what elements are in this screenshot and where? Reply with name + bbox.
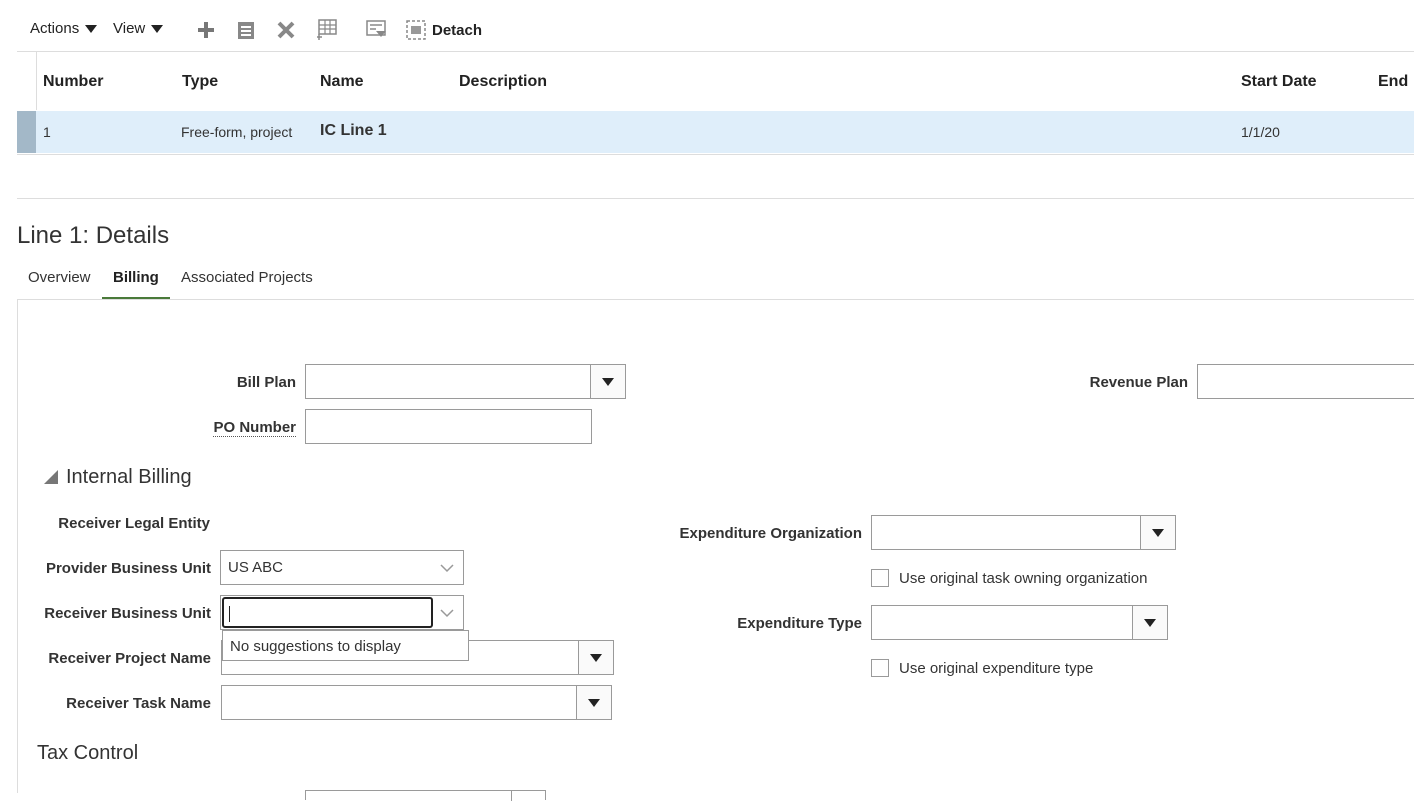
use-task-org-label: Use original task owning organization: [899, 570, 1148, 587]
revenue-plan-label: Revenue Plan: [1089, 374, 1188, 391]
query-by-example-icon[interactable]: [366, 20, 388, 40]
suggestions-popup: No suggestions to display: [222, 630, 469, 661]
table-gutter-divider: [36, 52, 37, 110]
receiver-project-label: Receiver Project Name: [48, 650, 211, 667]
actions-label: Actions: [30, 20, 80, 37]
table-row-divider: [17, 154, 1414, 155]
tax-control-title: Tax Control: [37, 742, 139, 764]
plus-icon[interactable]: [196, 20, 216, 40]
panel-left-border: [17, 300, 18, 793]
expenditure-type-select[interactable]: [871, 605, 1168, 640]
bill-plan-select[interactable]: [305, 364, 626, 399]
column-header-description[interactable]: Description: [459, 73, 547, 91]
expenditure-type-label: Expenditure Type: [737, 615, 862, 632]
column-header-type[interactable]: Type: [182, 73, 218, 91]
chevron-down-icon[interactable]: [440, 608, 454, 618]
receiver-bu-label: Receiver Business Unit: [44, 605, 211, 622]
tab-associated-projects[interactable]: Associated Projects: [181, 269, 313, 286]
detach-label: Detach: [432, 21, 483, 39]
bill-plan-label: Bill Plan: [236, 374, 296, 391]
use-task-org-checkbox[interactable]: [871, 569, 889, 587]
provider-bu-value: US ABC: [228, 559, 284, 576]
tab-overview[interactable]: Overview: [28, 269, 91, 286]
view-menu[interactable]: View: [113, 20, 164, 37]
chevron-down-icon[interactable]: [1132, 606, 1167, 639]
chevron-down-icon[interactable]: [578, 641, 613, 674]
cell-number: 1: [43, 124, 51, 140]
po-number-input[interactable]: [305, 409, 592, 444]
tab-billing[interactable]: Billing: [102, 262, 170, 300]
chevron-down-icon: [151, 24, 164, 33]
chevron-down-icon[interactable]: [440, 563, 454, 573]
chevron-down-icon[interactable]: [1140, 516, 1175, 549]
revenue-plan-select[interactable]: [1197, 364, 1414, 399]
chevron-down-icon[interactable]: [576, 686, 611, 719]
column-header-end[interactable]: End: [1378, 73, 1408, 91]
column-header-start-date[interactable]: Start Date: [1241, 73, 1317, 91]
actions-menu[interactable]: Actions: [30, 20, 98, 37]
text-cursor: [229, 606, 230, 622]
expenditure-org-label: Expenditure Organization: [679, 525, 862, 542]
tab-billing-label: Billing: [113, 269, 159, 286]
freeze-icon[interactable]: [316, 19, 338, 41]
row-selection-marker: [17, 111, 36, 153]
tax-control-field[interactable]: [305, 790, 546, 801]
expenditure-org-select[interactable]: [871, 515, 1176, 550]
collapse-triangle-icon[interactable]: [44, 470, 58, 484]
cell-type: Free-form, project: [181, 124, 293, 140]
provider-bu-combobox[interactable]: US ABC: [220, 550, 464, 585]
column-header-number[interactable]: Number: [43, 73, 103, 91]
edit-icon[interactable]: [236, 20, 256, 40]
provider-bu-label: Provider Business Unit: [45, 560, 211, 577]
table-top-divider: [17, 51, 1414, 52]
panel-top-border: [17, 299, 1414, 300]
internal-billing-title[interactable]: Internal Billing: [66, 466, 192, 489]
view-label: View: [113, 20, 146, 37]
detach-icon: [406, 20, 426, 40]
cell-name[interactable]: IC Line 1: [320, 122, 387, 140]
receiver-legal-entity-label: Receiver Legal Entity: [58, 515, 210, 532]
receiver-bu-input[interactable]: [222, 597, 433, 628]
use-exp-type-label: Use original expenditure type: [899, 660, 1094, 677]
detach-button[interactable]: Detach: [406, 20, 482, 40]
delete-icon[interactable]: [276, 20, 296, 40]
chevron-down-icon[interactable]: [590, 365, 625, 398]
receiver-bu-combobox[interactable]: [220, 595, 464, 630]
receiver-task-select[interactable]: [221, 685, 612, 720]
no-suggestions-text: No suggestions to display: [230, 638, 401, 655]
po-number-label: PO Number: [213, 419, 296, 437]
receiver-task-label: Receiver Task Name: [66, 695, 211, 712]
cell-start-date: 1/1/20: [1241, 124, 1280, 140]
table-row[interactable]: 1 Free-form, project IC Line 1 1/1/20: [17, 111, 1414, 153]
column-header-name[interactable]: Name: [320, 73, 364, 91]
table-bottom-divider: [17, 198, 1414, 199]
chevron-down-icon: [85, 24, 98, 33]
use-exp-type-checkbox[interactable]: [871, 659, 889, 677]
details-title: Line 1: Details: [17, 222, 170, 249]
